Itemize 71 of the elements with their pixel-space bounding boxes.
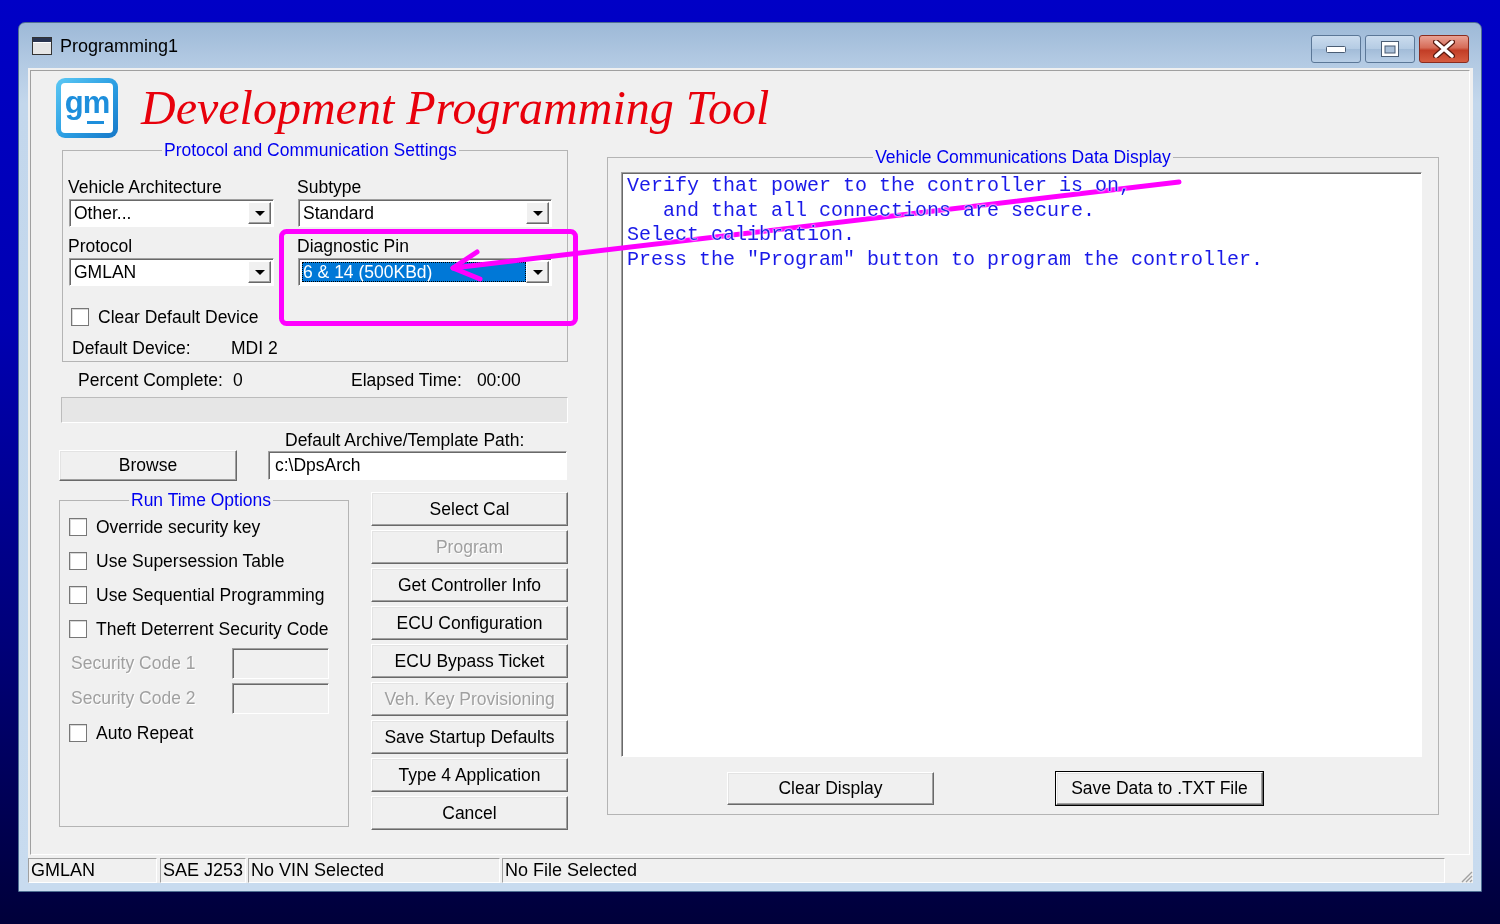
action-button[interactable]: Select Cal bbox=[371, 492, 568, 526]
logo: gm bbox=[56, 77, 118, 138]
dropdown-value: 6 & 14 (500KBd) bbox=[302, 262, 526, 282]
checkbox[interactable] bbox=[69, 620, 87, 638]
status-panel: GMLAN bbox=[28, 858, 157, 883]
field-label: Security Code 2 bbox=[71, 688, 197, 709]
maximize-icon bbox=[1381, 41, 1399, 57]
caret-icon bbox=[532, 210, 543, 216]
dropdown[interactable]: Standard bbox=[298, 199, 552, 227]
action-button[interactable]: Cancel bbox=[371, 796, 568, 830]
field-label: Default Device: bbox=[72, 337, 192, 359]
field-label: Default Archive/Template Path: bbox=[285, 430, 526, 450]
close-icon bbox=[1433, 40, 1455, 58]
status-panel: No File Selected bbox=[502, 858, 1445, 883]
caret-icon bbox=[254, 210, 265, 216]
dropdown-button[interactable] bbox=[248, 261, 271, 283]
dropdown-value: Other... bbox=[73, 203, 133, 223]
action-button[interactable]: Type 4 Application bbox=[371, 758, 568, 792]
group-title: Vehicle Communications Data Display bbox=[874, 147, 1172, 167]
action-button[interactable]: Save Startup Defaults bbox=[371, 720, 568, 754]
checkbox[interactable] bbox=[69, 518, 87, 536]
group-title: Run Time Options bbox=[130, 490, 273, 510]
dropdown-value: GMLAN bbox=[73, 262, 138, 282]
checkbox-label: Override security key bbox=[96, 517, 261, 537]
field-label: Security Code 1 bbox=[71, 653, 197, 674]
dropdown[interactable]: Other... bbox=[69, 199, 274, 227]
window-icon bbox=[32, 36, 52, 55]
status-panel: SAE J253 bbox=[160, 858, 247, 883]
checkbox-label: Use Sequential Programming bbox=[96, 585, 325, 605]
action-button[interactable]: ECU Configuration bbox=[371, 606, 568, 640]
close-button[interactable] bbox=[1419, 35, 1469, 63]
checkbox-label: Clear Default Device bbox=[98, 307, 259, 327]
field-label: Diagnostic Pin bbox=[297, 236, 410, 257]
dropdown-button[interactable] bbox=[526, 202, 549, 224]
maximize-button[interactable] bbox=[1365, 35, 1415, 63]
minimize-icon bbox=[1326, 45, 1346, 53]
checkbox-label: Theft Deterrent Security Code bbox=[96, 619, 329, 639]
field-label: Subtype bbox=[297, 177, 363, 198]
log-line: Press the "Program" button to program the controller. bbox=[627, 247, 1265, 273]
dropdown-value: Standard bbox=[302, 203, 376, 223]
status-panel: No VIN Selected bbox=[248, 858, 501, 883]
group-title: Protocol and Communication Settings bbox=[163, 140, 458, 160]
action-button[interactable]: Get Controller Info bbox=[371, 568, 568, 602]
dropdown[interactable]: 6 & 14 (500KBd) bbox=[298, 258, 552, 286]
field-value: MDI 2 bbox=[231, 337, 278, 359]
display-button[interactable]: Save Data to .TXT File bbox=[1056, 772, 1263, 805]
field-label: Protocol bbox=[68, 236, 134, 257]
app-title: Development Programming Tool bbox=[141, 79, 770, 136]
path-field[interactable]: c:\DpsArch bbox=[268, 451, 567, 480]
field-value: 00:00 bbox=[476, 369, 521, 391]
checkbox[interactable] bbox=[69, 586, 87, 604]
resize-grip-icon bbox=[1459, 869, 1473, 883]
action-button[interactable]: ECU Bypass Ticket bbox=[371, 644, 568, 678]
field-label: Percent Complete: bbox=[78, 369, 223, 391]
dropdown-button[interactable] bbox=[526, 261, 549, 283]
checkbox-label: Use Supersession Table bbox=[96, 551, 285, 571]
dropdown[interactable]: GMLAN bbox=[69, 258, 274, 286]
field-label: Vehicle Architecture bbox=[68, 177, 223, 198]
checkbox[interactable] bbox=[69, 724, 87, 742]
checkbox[interactable] bbox=[69, 552, 87, 570]
display-button[interactable]: Clear Display bbox=[727, 772, 934, 805]
field-value: 0 bbox=[232, 369, 243, 391]
browse-button[interactable]: Browse bbox=[59, 450, 237, 481]
caret-icon bbox=[532, 269, 543, 275]
checkbox-label: Auto Repeat bbox=[96, 723, 194, 743]
window-title: Programming1 bbox=[60, 34, 179, 57]
minimize-button[interactable] bbox=[1311, 35, 1361, 63]
caret-icon bbox=[254, 269, 265, 275]
checkbox[interactable] bbox=[71, 308, 89, 326]
dropdown-button[interactable] bbox=[248, 202, 271, 224]
field-label: Elapsed Time: bbox=[351, 369, 462, 391]
